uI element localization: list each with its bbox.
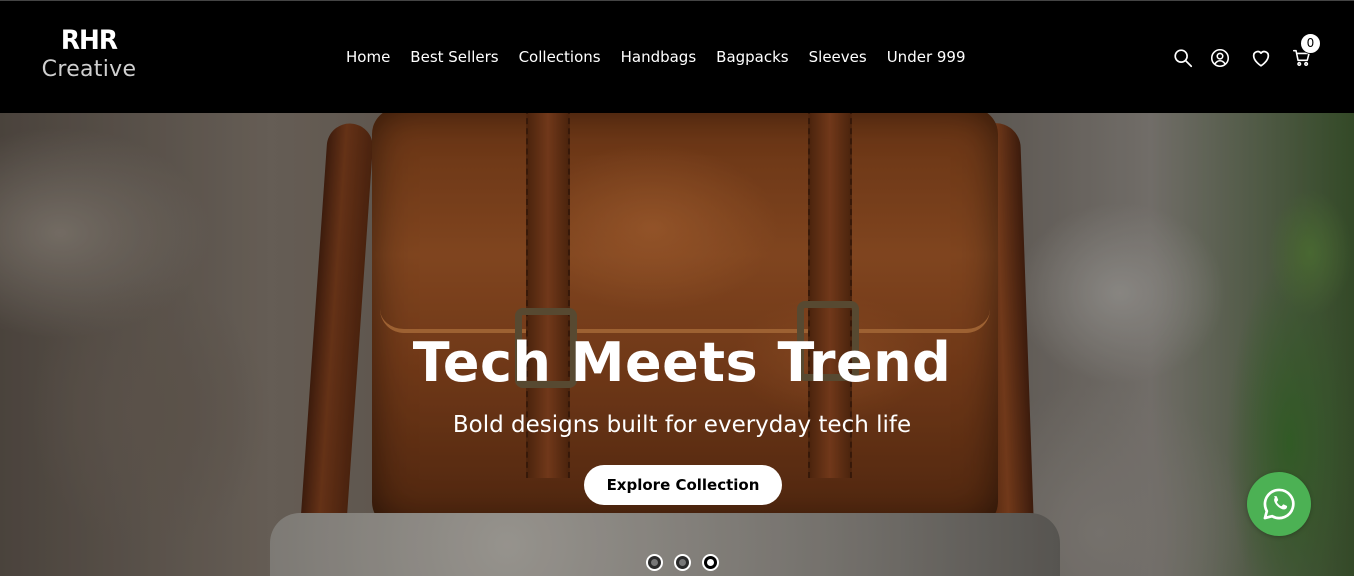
nav-item-best-sellers[interactable]: Best Sellers [400,45,508,69]
hero-title: Tech Meets Trend [412,331,952,394]
nav-item-handbags[interactable]: Handbags [611,45,707,69]
site-header: RHR Creative Home Best Sellers Collectio… [0,0,1354,113]
brand-logo[interactable]: RHR Creative [38,25,140,83]
search-icon[interactable] [1170,45,1196,71]
cart-count-badge: 0 [1300,33,1321,54]
nav-item-bagpacks[interactable]: Bagpacks [706,45,798,69]
explore-collection-button[interactable]: Explore Collection [584,465,782,505]
nav-item-collections[interactable]: Collections [509,45,611,69]
hero-banner: Tech Meets Trend Bold designs built for … [0,113,1354,576]
nav-item-under-999[interactable]: Under 999 [877,45,976,69]
account-icon[interactable] [1207,45,1233,71]
brand-name-line1: RHR [60,25,118,56]
carousel-dot-3[interactable] [702,554,719,571]
nav-item-home[interactable]: Home [336,45,400,69]
hero-subtitle: Bold designs built for everyday tech lif… [452,412,912,438]
main-nav: Home Best Sellers Collections Handbags B… [336,45,976,69]
whatsapp-chat-button[interactable] [1247,472,1311,536]
carousel-dot-2[interactable] [674,554,691,571]
carousel-dot-1[interactable] [646,554,663,571]
heart-icon[interactable] [1248,45,1274,71]
brand-name-line2: Creative [41,57,137,82]
whatsapp-icon [1263,488,1295,520]
nav-item-sleeves[interactable]: Sleeves [799,45,877,69]
